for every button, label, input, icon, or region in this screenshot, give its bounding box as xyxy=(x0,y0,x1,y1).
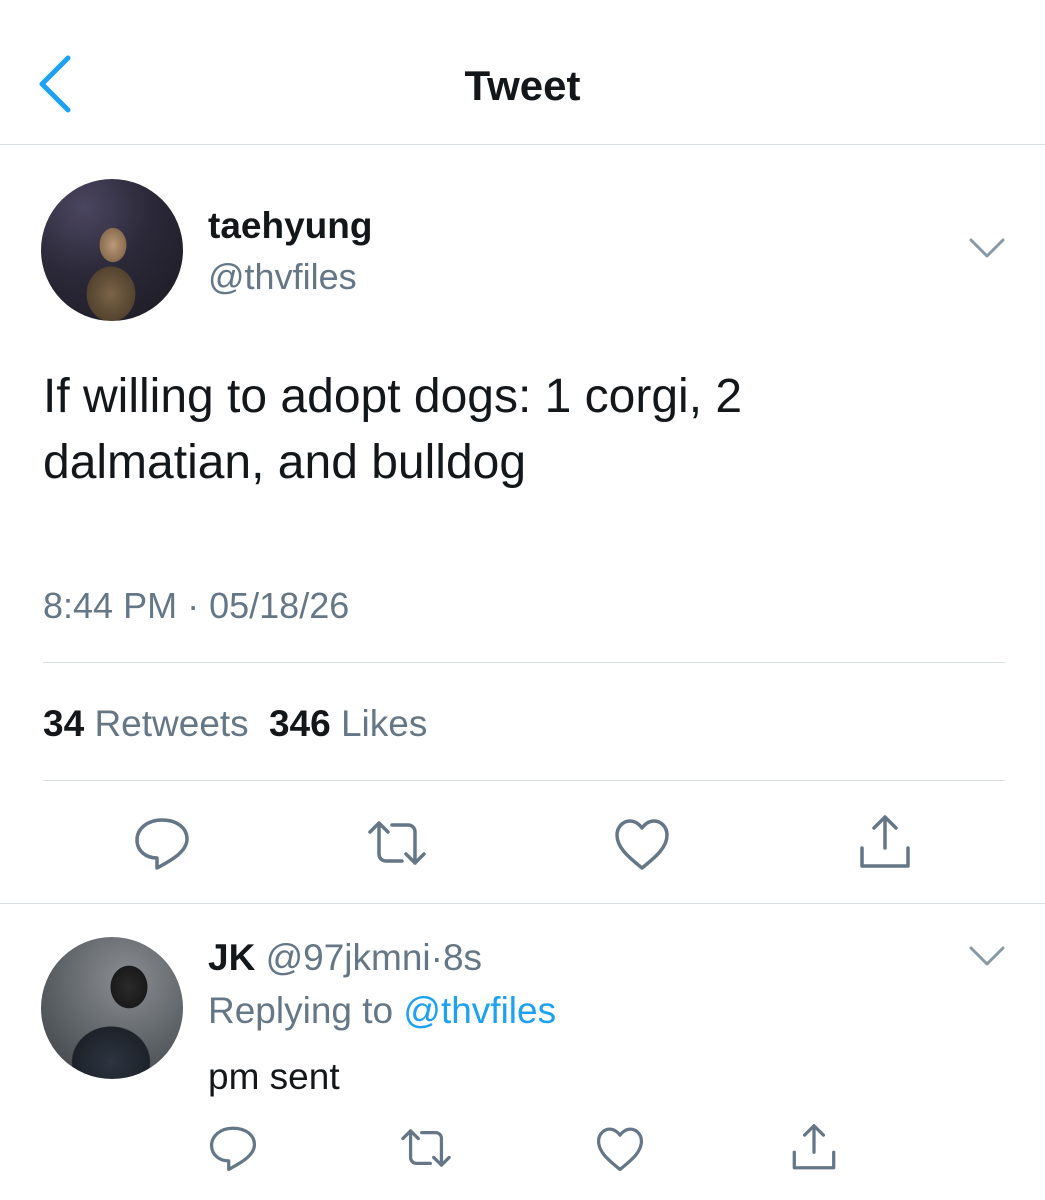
reply-like-button[interactable] xyxy=(590,1118,650,1178)
like-icon xyxy=(596,1127,644,1172)
separator-dot: · xyxy=(187,585,200,626)
reply-icon xyxy=(135,818,189,870)
reply-retweet-button[interactable] xyxy=(396,1118,456,1178)
likes-count: 346 xyxy=(268,703,331,744)
share-icon xyxy=(792,1124,836,1170)
tweet-date: 05/18/26 xyxy=(209,585,350,626)
reply-share-button[interactable] xyxy=(784,1118,844,1178)
chevron-down-icon xyxy=(969,946,1005,966)
like-icon xyxy=(615,819,669,870)
share-button[interactable] xyxy=(850,808,920,878)
retweets-stat[interactable]: 34 Retweets xyxy=(43,703,249,744)
divider xyxy=(43,780,1005,781)
reply-icon xyxy=(209,1126,257,1172)
separator-dot: · xyxy=(430,937,443,978)
reply-menu-button[interactable] xyxy=(965,940,1009,972)
reply-avatar[interactable] xyxy=(41,937,183,1079)
chevron-down-icon xyxy=(969,238,1005,258)
replying-label: Replying to xyxy=(208,990,394,1031)
reply-reply-button[interactable] xyxy=(203,1118,263,1178)
tweet-menu-button[interactable] xyxy=(965,232,1009,264)
reply-button[interactable] xyxy=(127,808,197,878)
tweet-text: If willing to adopt dogs: 1 corgi, 2 dal… xyxy=(43,370,743,489)
like-button[interactable] xyxy=(607,808,677,878)
display-name[interactable]: taehyung xyxy=(208,205,372,247)
likes-stat[interactable]: 346 Likes xyxy=(269,703,427,744)
retweets-count: 34 xyxy=(43,703,85,744)
reply-text: pm sent xyxy=(208,1056,340,1097)
tweet-time: 8:44 PM xyxy=(43,585,178,626)
divider xyxy=(0,903,1045,904)
reply-handle[interactable]: @97jkmni xyxy=(266,937,431,978)
reply-display-name[interactable]: JK xyxy=(208,937,255,978)
replying-to: Replying to @thvfiles xyxy=(208,990,556,1032)
header-divider xyxy=(0,144,1045,145)
user-handle[interactable]: @thvfiles xyxy=(208,256,357,298)
share-icon xyxy=(860,815,910,868)
likes-label: Likes xyxy=(340,703,428,744)
replying-to-link[interactable]: @thvfiles xyxy=(403,990,556,1031)
retweet-icon xyxy=(368,821,426,865)
reply-time: 8s xyxy=(442,937,483,978)
retweet-button[interactable] xyxy=(362,808,432,878)
retweet-icon xyxy=(401,1129,451,1167)
page-title: Tweet xyxy=(464,62,581,109)
tweet-timestamp: 8:44 PM · 05/18/26 xyxy=(43,585,349,627)
reply-header: JK @97jkmni·8s xyxy=(208,937,482,979)
avatar[interactable] xyxy=(41,179,183,321)
divider xyxy=(43,662,1005,663)
retweets-label: Retweets xyxy=(94,703,249,744)
tweet-stats: 34 Retweets 346 Likes xyxy=(43,703,427,745)
